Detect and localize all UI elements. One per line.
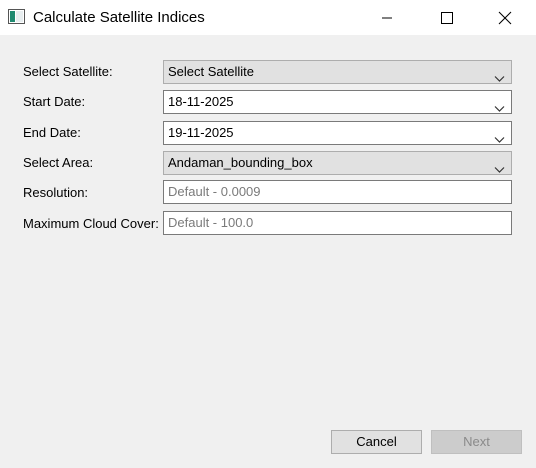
dialog-window: Calculate Satellite Indices Select Satel…	[0, 0, 536, 468]
resolution-placeholder: Default - 0.0009	[168, 184, 261, 199]
resolution-label: Resolution:	[23, 185, 89, 200]
close-icon	[498, 11, 512, 25]
chevron-down-icon	[494, 129, 505, 143]
end-date-label: End Date:	[23, 125, 81, 140]
maximize-button[interactable]	[424, 0, 470, 35]
cancel-button[interactable]: Cancel	[331, 430, 422, 454]
end-date-value: 19-11-2025	[168, 125, 234, 140]
resolution-input[interactable]: Default - 0.0009	[163, 180, 512, 204]
satellite-select[interactable]: Select Satellite	[163, 60, 512, 84]
satellite-label: Select Satellite:	[23, 64, 113, 79]
maximize-icon	[441, 11, 453, 24]
window-title: Calculate Satellite Indices	[33, 9, 205, 26]
end-date-picker[interactable]: 19-11-2025	[163, 121, 512, 145]
close-button[interactable]	[482, 0, 528, 35]
area-select-value: Andaman_bounding_box	[168, 155, 313, 170]
start-date-label: Start Date:	[23, 94, 86, 109]
chevron-down-icon	[494, 68, 505, 82]
minimize-button[interactable]	[364, 0, 410, 35]
area-select[interactable]: Andaman_bounding_box	[163, 151, 512, 175]
title-bar[interactable]: Calculate Satellite Indices	[0, 0, 536, 35]
start-date-picker[interactable]: 18-11-2025	[163, 90, 512, 114]
chevron-down-icon	[494, 98, 505, 112]
cloud-cover-input[interactable]: Default - 100.0	[163, 211, 512, 235]
cloud-cover-placeholder: Default - 100.0	[168, 215, 254, 230]
area-label: Select Area:	[23, 155, 94, 170]
minimize-icon	[381, 12, 393, 24]
app-window-icon	[8, 9, 25, 24]
cloud-cover-label: Maximum Cloud Cover:	[23, 216, 159, 231]
satellite-select-value: Select Satellite	[168, 64, 254, 79]
next-button[interactable]: Next	[431, 430, 522, 454]
start-date-value: 18-11-2025	[168, 94, 234, 109]
chevron-down-icon	[494, 159, 505, 173]
